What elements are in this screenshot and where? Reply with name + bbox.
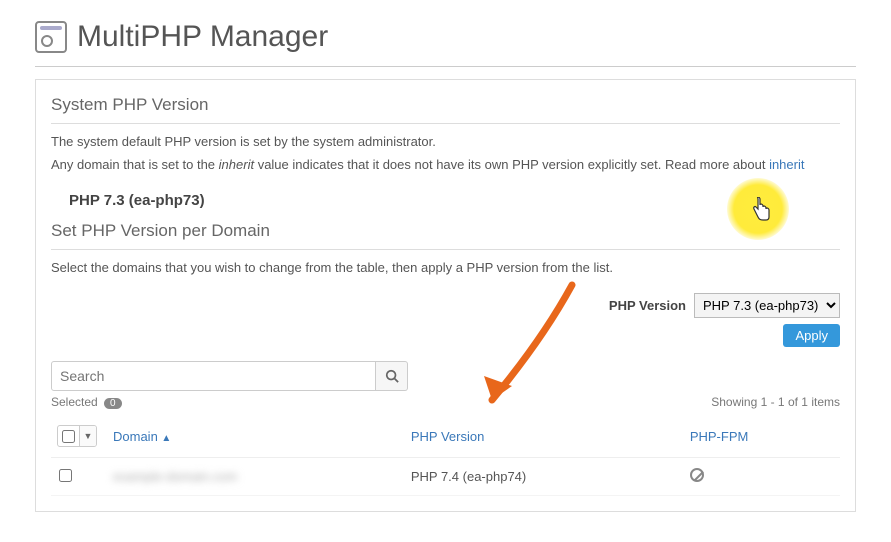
select-all-checkbox[interactable] <box>62 430 75 443</box>
main-panel: System PHP Version The system default PH… <box>35 79 856 512</box>
current-system-version: PHP 7.3 (ea-php73) <box>51 180 840 221</box>
php-version-select[interactable]: PHP 7.3 (ea-php73) <box>694 293 840 318</box>
system-desc-1: The system default PHP version is set by… <box>51 134 840 149</box>
per-domain-desc: Select the domains that you wish to chan… <box>51 260 840 275</box>
domains-table: ▼ Domain ▲ PHP Version PHP-FPM example-d… <box>51 415 840 496</box>
search-input[interactable] <box>51 361 376 391</box>
select-all-dropdown[interactable]: ▼ <box>57 425 97 447</box>
search-icon <box>385 369 399 383</box>
table-row: example-domain.com PHP 7.4 (ea-php74) <box>51 458 840 496</box>
per-domain-section-title: Set PHP Version per Domain <box>51 221 840 250</box>
showing-text: Showing 1 - 1 of 1 items <box>711 395 840 409</box>
row-checkbox[interactable] <box>59 469 72 482</box>
selected-count: Selected 0 <box>51 395 122 409</box>
php-version-label: PHP Version <box>609 298 686 313</box>
page-title: MultiPHP Manager <box>77 20 328 54</box>
domain-cell: example-domain.com <box>113 469 237 484</box>
system-section-title: System PHP Version <box>51 95 840 124</box>
apply-button[interactable]: Apply <box>783 324 840 347</box>
search-button[interactable] <box>376 361 408 391</box>
chevron-down-icon[interactable]: ▼ <box>80 426 96 446</box>
column-header-domain[interactable]: Domain ▲ <box>105 415 403 458</box>
column-header-php-version[interactable]: PHP Version <box>403 415 682 458</box>
multiphp-icon <box>35 21 67 53</box>
php-version-cell: PHP 7.4 (ea-php74) <box>403 458 682 496</box>
ban-icon <box>690 468 704 482</box>
column-header-php-fpm[interactable]: PHP-FPM <box>682 415 840 458</box>
inherit-link[interactable]: inherit <box>769 157 804 172</box>
system-desc-2: Any domain that is set to the inherit va… <box>51 157 840 172</box>
sort-asc-icon: ▲ <box>161 433 171 444</box>
